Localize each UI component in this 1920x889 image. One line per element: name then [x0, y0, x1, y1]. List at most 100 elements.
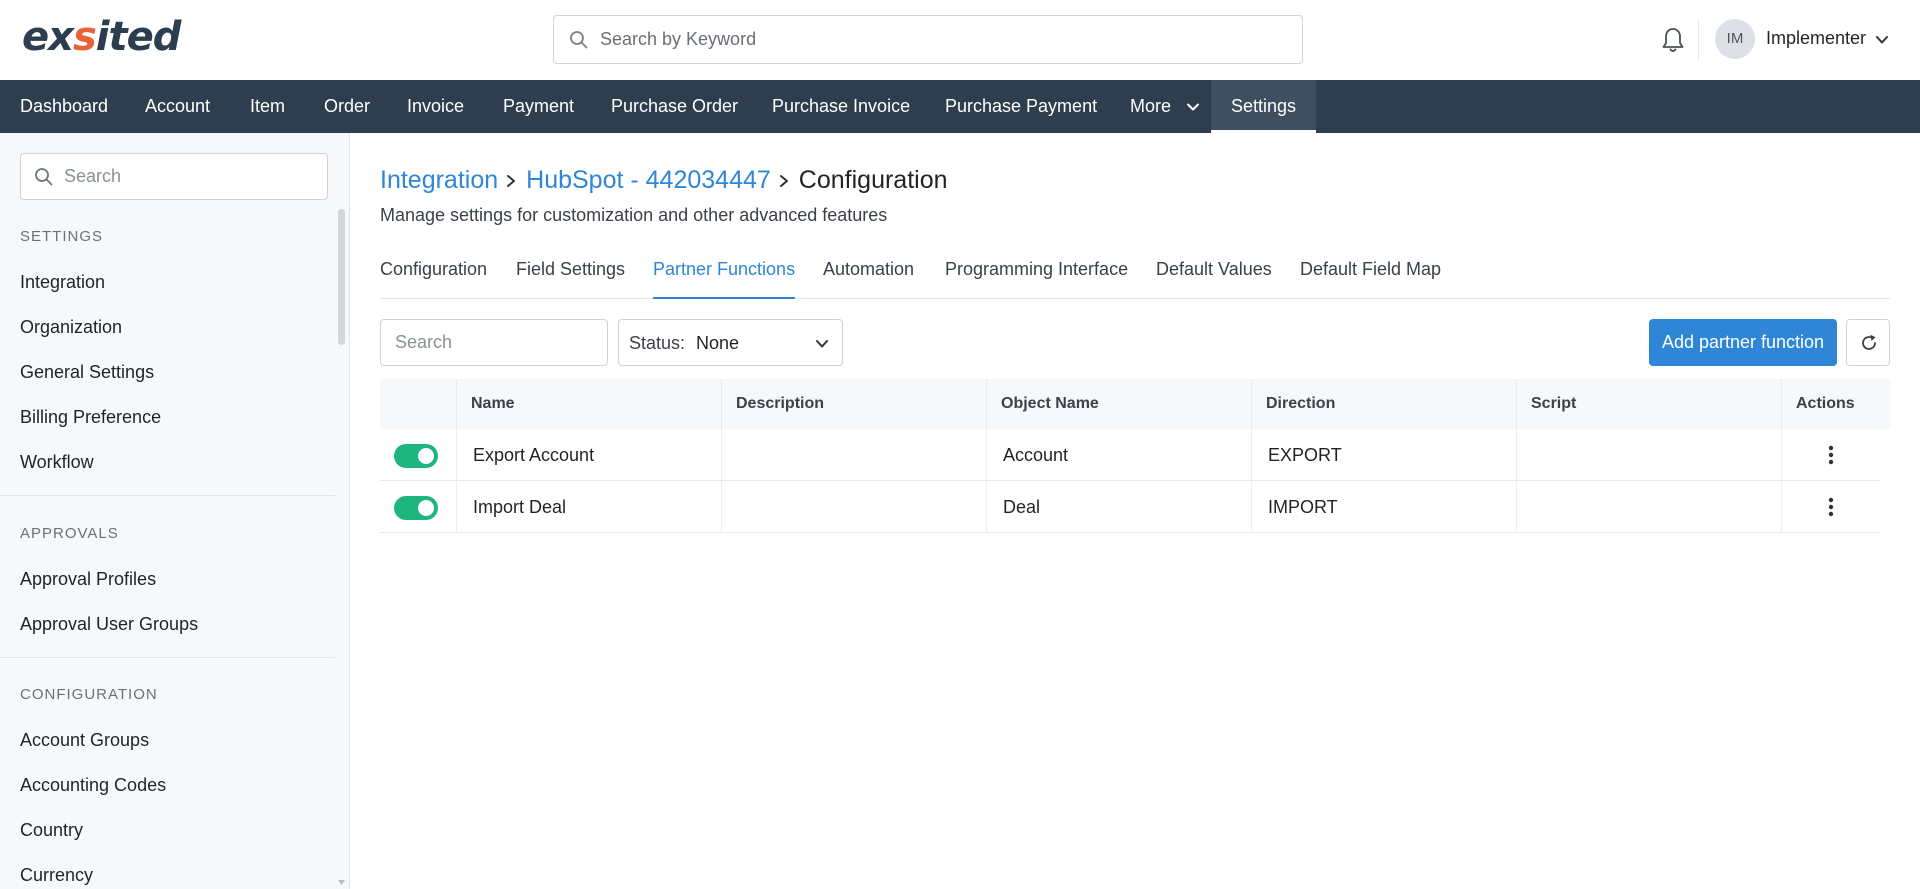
sidebar-search[interactable] — [20, 153, 328, 200]
nav-item-more[interactable]: More — [1110, 80, 1220, 133]
row-name: Export Account — [456, 429, 721, 481]
column-header-direction[interactable]: Direction — [1251, 379, 1516, 429]
sidebar-item-country[interactable]: Country — [20, 820, 83, 841]
search-icon — [35, 168, 53, 186]
sidebar-item-currency[interactable]: Currency — [20, 865, 93, 886]
row-actions — [1781, 481, 1880, 533]
tab-automation[interactable]: Automation — [823, 259, 914, 299]
row-description — [721, 429, 986, 481]
sidebar-item-workflow[interactable]: Workflow — [20, 452, 94, 473]
page-subtitle: Manage settings for customization and ot… — [380, 205, 888, 225]
sidebar-item-approval-profiles[interactable]: Approval Profiles — [20, 569, 156, 590]
nav-item-payment[interactable]: Payment — [483, 80, 594, 133]
nav-item-purchase-payment[interactable]: Purchase Payment — [925, 80, 1117, 133]
sidebar-item-billing-preference[interactable]: Billing Preference — [20, 407, 161, 428]
global-search[interactable] — [553, 15, 1303, 64]
column-header-name[interactable]: Name — [456, 379, 721, 429]
enabled-toggle[interactable] — [394, 496, 438, 520]
header-divider — [1698, 20, 1699, 60]
sidebar-divider — [0, 657, 335, 658]
chevron-right-icon — [507, 175, 516, 188]
breadcrumb: Integration HubSpot - 442034447 Configurat… — [380, 166, 948, 195]
user-name[interactable]: Implementer — [1766, 28, 1866, 49]
sidebar-item-general-settings[interactable]: General Settings — [20, 362, 154, 383]
sidebar-item-integration[interactable]: Integration — [20, 272, 105, 293]
tab-partner-functions[interactable]: Partner Functions — [653, 259, 796, 299]
column-header-object-name[interactable]: Object Name — [986, 379, 1251, 429]
section-title-configuration: CONFIGURATION — [20, 686, 158, 703]
row-object-name: Deal — [986, 481, 1251, 533]
nav-item-order[interactable]: Order — [304, 80, 390, 133]
status-filter-label: Status: — [629, 333, 686, 353]
row-script — [1516, 429, 1781, 481]
tab-programming-interface[interactable]: Programming Interface — [945, 259, 1128, 299]
refresh-icon — [1862, 334, 1876, 350]
section-title-settings: SETTINGS — [20, 228, 104, 245]
table-row[interactable]: Export Account Account EXPORT — [380, 429, 1880, 481]
column-header-description[interactable]: Description — [721, 379, 986, 429]
section-title-approvals: APPROVALS — [20, 525, 119, 542]
nav-item-item[interactable]: Item — [230, 80, 305, 133]
sidebar-item-organization[interactable]: Organization — [20, 317, 122, 338]
search-icon — [570, 31, 588, 49]
settings-sidebar: SETTINGS Integration Organization Genera… — [0, 133, 350, 889]
global-search-input[interactable] — [600, 16, 1290, 63]
breadcrumb-integration[interactable]: Integration — [380, 166, 498, 194]
sidebar-scrollbar[interactable] — [338, 209, 345, 345]
notification-bell-icon[interactable] — [1660, 26, 1686, 54]
nav-item-dashboard[interactable]: Dashboard — [0, 80, 128, 133]
sidebar-item-approval-user-groups[interactable]: Approval User Groups — [20, 614, 198, 635]
nav-item-purchase-order[interactable]: Purchase Order — [591, 80, 758, 133]
add-partner-function-button[interactable]: Add partner function — [1649, 319, 1837, 366]
nav-item-purchase-invoice[interactable]: Purchase Invoice — [752, 80, 930, 133]
exsited-logo[interactable]: exsited — [22, 14, 181, 60]
status-filter-select[interactable]: Status: None — [618, 319, 843, 366]
row-actions — [1781, 429, 1880, 481]
row-toggle-cell — [380, 429, 456, 481]
nav-item-settings[interactable]: Settings — [1211, 80, 1317, 133]
nav-item-account[interactable]: Account — [125, 80, 230, 133]
scroll-down-arrow-icon[interactable] — [337, 878, 346, 887]
table-row[interactable]: Import Deal Deal IMPORT — [380, 481, 1880, 533]
settings-tabs: Configuration Field Settings Partner Fun… — [380, 259, 1890, 299]
partner-function-search[interactable] — [380, 319, 608, 366]
sidebar-search-input[interactable] — [64, 154, 319, 199]
row-object-name: Account — [986, 429, 1251, 481]
toggle-knob — [418, 448, 434, 464]
tab-field-settings[interactable]: Field Settings — [516, 259, 625, 299]
tab-configuration[interactable]: Configuration — [380, 259, 487, 299]
breadcrumb-current-page: Configuration — [798, 166, 948, 194]
enabled-toggle[interactable] — [394, 444, 438, 468]
chevron-down-icon — [1187, 103, 1200, 111]
refresh-button[interactable] — [1846, 319, 1890, 366]
main-nav: Dashboard Account Item Order Invoice Pay… — [0, 80, 1920, 133]
row-direction: EXPORT — [1251, 429, 1516, 481]
partner-function-search-input[interactable] — [381, 320, 607, 365]
main-content: Integration HubSpot - 442034447 Configurat… — [350, 133, 1920, 889]
chevron-right-icon — [779, 175, 788, 188]
sidebar-item-accounting-codes[interactable]: Accounting Codes — [20, 775, 166, 796]
sidebar-divider — [0, 495, 335, 496]
status-filter-value: None — [696, 333, 740, 353]
column-header-actions: Actions — [1781, 379, 1890, 429]
tab-default-field-map[interactable]: Default Field Map — [1300, 259, 1441, 299]
more-vertical-icon[interactable] — [1828, 497, 1834, 517]
chevron-down-icon — [816, 340, 828, 348]
nav-item-more-label: More — [1130, 96, 1172, 116]
more-vertical-icon[interactable] — [1828, 445, 1834, 465]
row-toggle-cell — [380, 481, 456, 533]
table-header: Name Description Object Name Direction S… — [380, 379, 1890, 429]
user-avatar[interactable]: IM — [1715, 19, 1755, 59]
nav-item-invoice[interactable]: Invoice — [387, 80, 484, 133]
column-header-toggle — [380, 379, 456, 429]
row-script — [1516, 481, 1781, 533]
toggle-knob — [418, 500, 434, 516]
chevron-down-icon[interactable] — [1874, 32, 1890, 48]
column-header-script[interactable]: Script — [1516, 379, 1781, 429]
sidebar-item-account-groups[interactable]: Account Groups — [20, 730, 149, 751]
tab-default-values[interactable]: Default Values — [1156, 259, 1272, 299]
row-description — [721, 481, 986, 533]
app-header: exsited IM Implementer — [0, 0, 1920, 80]
row-name: Import Deal — [456, 481, 721, 533]
breadcrumb-hubspot[interactable]: HubSpot - 442034447 — [526, 166, 771, 194]
